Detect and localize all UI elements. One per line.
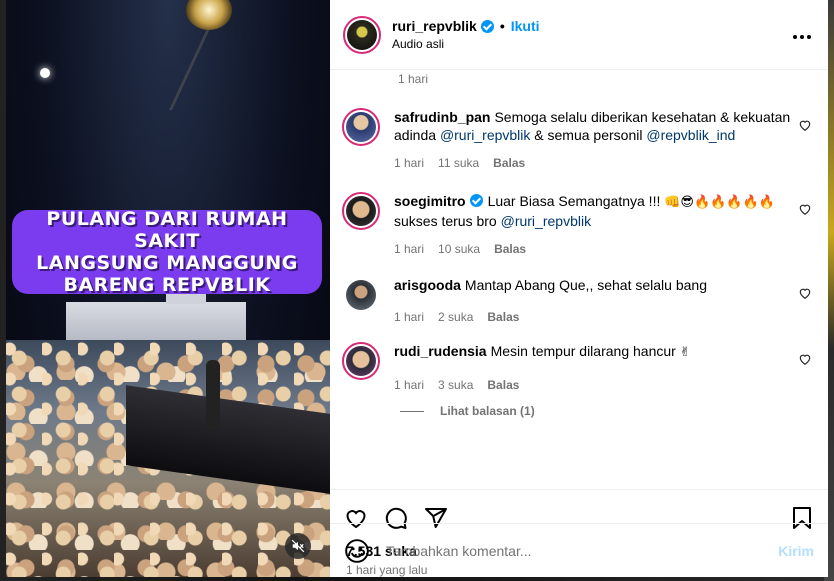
mute-button[interactable] (285, 533, 311, 559)
author-avatar[interactable] (343, 15, 381, 54)
header-separator: • (499, 18, 505, 34)
commenter-username[interactable]: rudi_rudensia (394, 343, 487, 359)
comment-text: Mantap Abang Que,, sehat selalu bang (464, 277, 707, 293)
comment-likes[interactable]: 11 suka (438, 154, 479, 172)
video-caption-overlay: PULANG DARI RUMAH SAKIT LANGSUNG MANGGUN… (12, 208, 322, 296)
commenter-username[interactable]: safrudinb_pan (394, 109, 490, 125)
comment-emojis: 👊😎🔥🔥🔥🔥🔥 (664, 195, 775, 210)
reply-button[interactable]: Balas (493, 154, 525, 172)
comment-item: rudi_rudensia Mesin tempur dilarang hancu… (342, 342, 812, 394)
reply-button[interactable]: Balas (494, 240, 526, 258)
mention-link[interactable]: @ruri_repvblik (440, 127, 530, 143)
muted-speaker-icon (291, 539, 305, 553)
reply-button[interactable]: Balas (487, 308, 519, 326)
commenter-avatar[interactable] (342, 342, 380, 380)
follow-button[interactable]: Ikuti (511, 18, 540, 34)
verified-badge-icon (469, 194, 483, 207)
comment-text: Luar Biasa Semangatnya !!! (487, 193, 665, 209)
comment-item: arisgooda Mantap Abang Que,, sehat selalu… (342, 276, 812, 326)
audio-label[interactable]: Audio asli (392, 37, 792, 51)
commenter-username[interactable]: arisgooda (394, 277, 461, 293)
post-header: ruri_repvblik • Ikuti Audio asli (330, 0, 828, 70)
heart-icon[interactable] (798, 202, 812, 216)
heart-icon[interactable] (798, 286, 812, 300)
comment-text: sukses terus bro (394, 213, 501, 229)
performer-figure (206, 360, 220, 430)
mention-link[interactable]: @ruri_repvblik (501, 213, 591, 229)
comment-time: 1 hari (394, 156, 425, 170)
comment-item: safrudinb_pan Semoga selalu diberikan kes… (342, 108, 812, 172)
author-username[interactable]: ruri_repvblik (392, 18, 477, 34)
verified-badge-icon (480, 19, 494, 33)
heart-icon[interactable] (798, 118, 812, 132)
comment-text: Mesin tempur dilarang hancur (490, 343, 680, 359)
commenter-avatar[interactable] (342, 108, 380, 146)
commenter-username[interactable]: soegimitro (394, 193, 466, 209)
comment-likes[interactable]: 2 suka (438, 308, 473, 326)
add-comment-bar: Kirim (330, 523, 828, 577)
comment-text: & semua personil (530, 127, 647, 143)
emoji-icon[interactable] (344, 538, 370, 564)
comments-list[interactable]: 1 hari safrudinb_pan Semoga selalu diberi… (330, 70, 828, 489)
moon-light (40, 68, 50, 78)
previous-comment-time: 1 hari (398, 72, 429, 86)
comment-time: 1 hari (394, 242, 425, 256)
comment-likes[interactable]: 10 suka (438, 240, 480, 258)
video-caption-text: PULANG DARI RUMAH SAKIT LANGSUNG MANGGUN… (36, 208, 298, 296)
reel-video[interactable]: PULANG DARI RUMAH SAKIT LANGSUNG MANGGUN… (6, 0, 330, 577)
commenter-avatar[interactable] (342, 192, 380, 230)
post-modal: PULANG DARI RUMAH SAKIT LANGSUNG MANGGUN… (6, 0, 828, 577)
post-side-panel: ruri_repvblik • Ikuti Audio asli 1 hari … (330, 0, 828, 577)
post-comment-button[interactable]: Kirim (778, 543, 814, 559)
comment-emojis: ✌ (679, 345, 691, 360)
comment-likes[interactable]: 3 suka (438, 376, 473, 394)
comment-input[interactable] (384, 541, 779, 560)
commenter-avatar[interactable] (342, 276, 380, 314)
heart-icon[interactable] (798, 352, 812, 366)
comment-time: 1 hari (394, 378, 425, 392)
mention-link[interactable]: @repvblik_ind (646, 127, 735, 143)
view-replies-button[interactable]: Lihat balasan (1) (400, 404, 535, 418)
more-options-icon[interactable] (792, 24, 812, 45)
comment-item: soegimitro Luar Biasa Semangatnya !!! 👊😎🔥… (342, 192, 812, 258)
reply-button[interactable]: Balas (487, 376, 519, 394)
comment-time: 1 hari (394, 310, 425, 324)
